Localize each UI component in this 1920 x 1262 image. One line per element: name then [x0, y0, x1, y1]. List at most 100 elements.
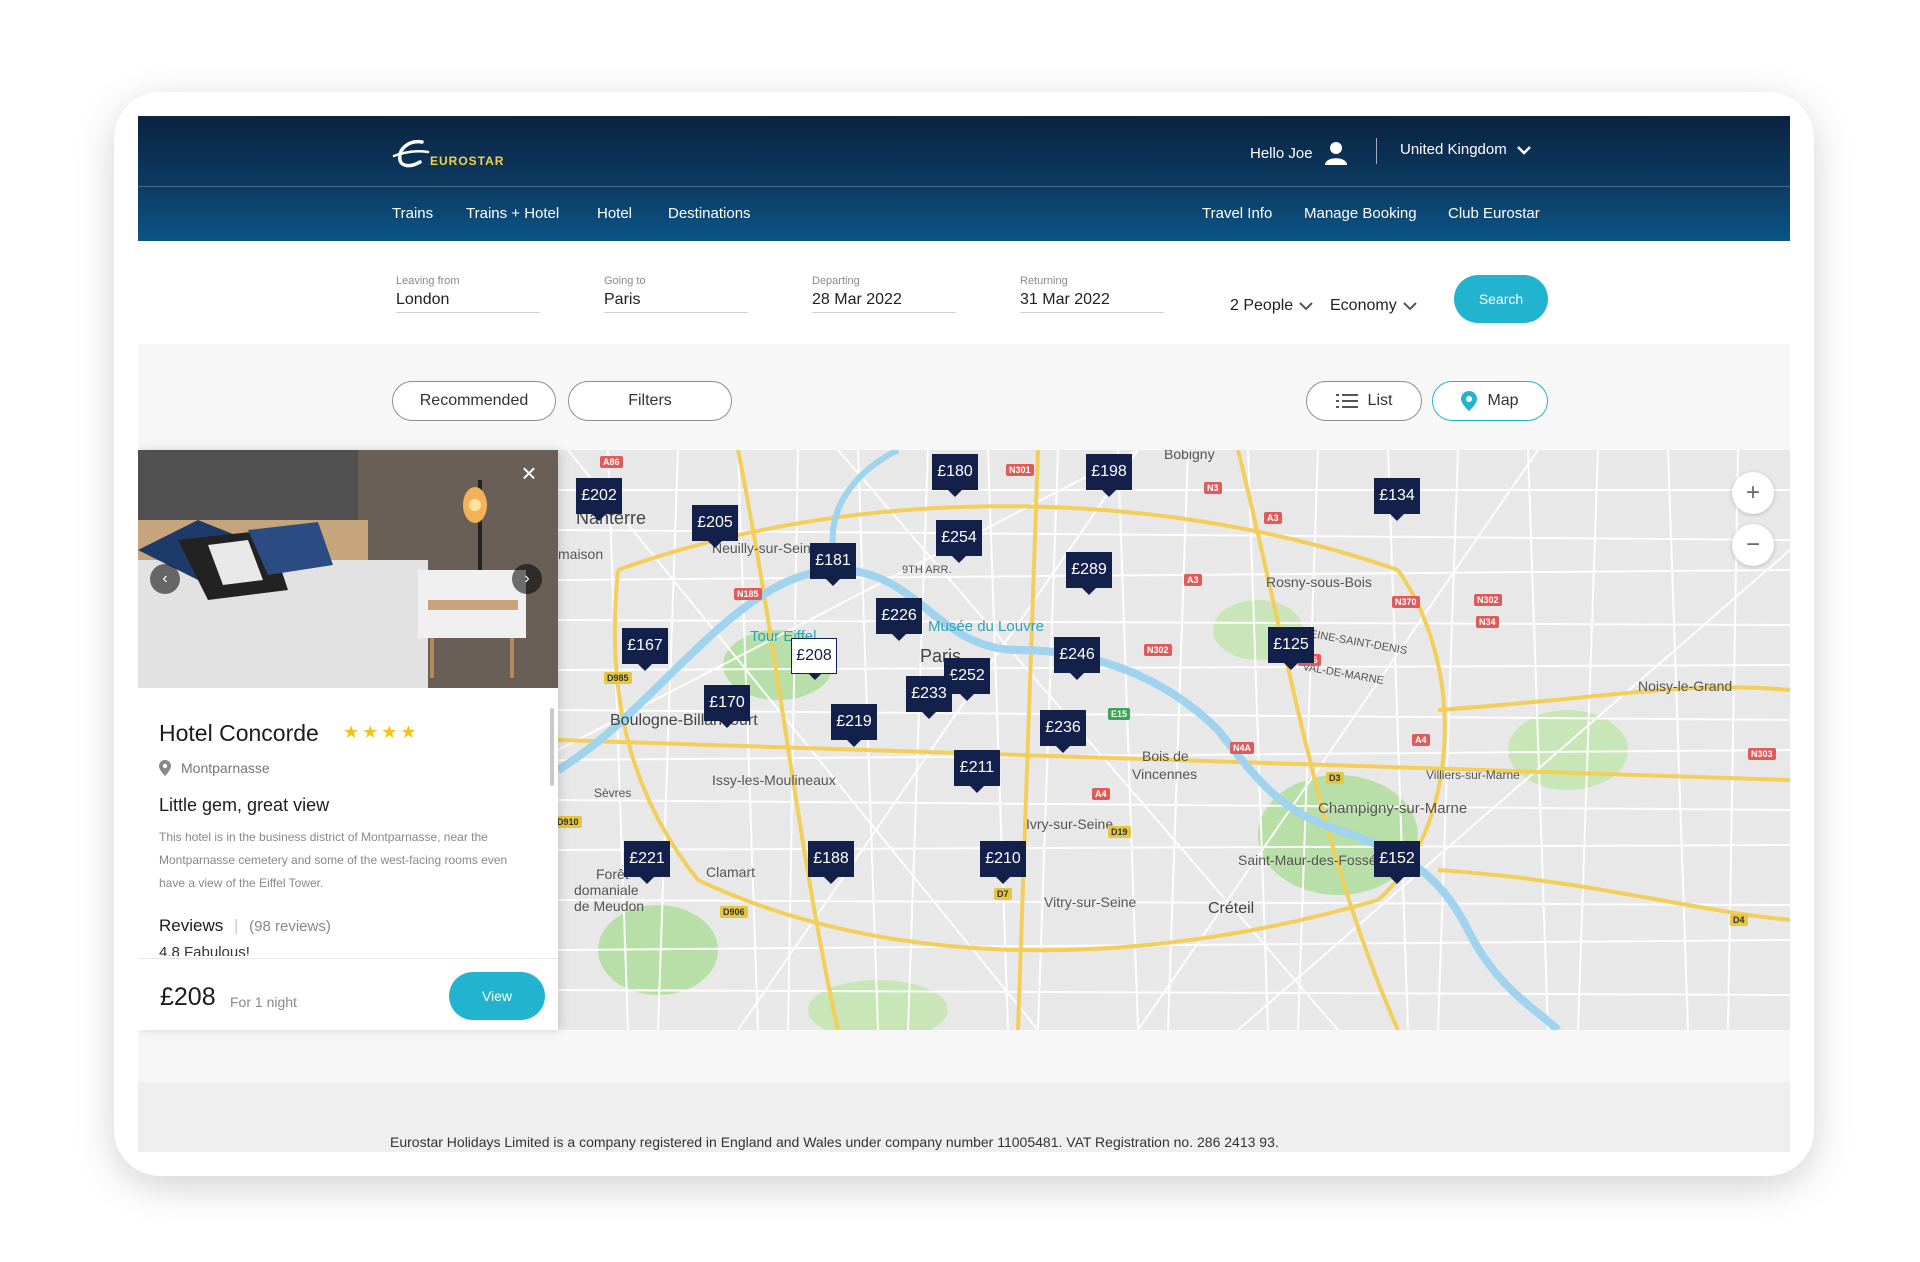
- search-bar: Leaving from London Going to Paris Depar…: [138, 241, 1790, 344]
- user-icon: [1324, 142, 1347, 165]
- place-label: Issy-les-Moulineaux: [712, 772, 836, 788]
- eurostar-logo-icon: [392, 139, 430, 168]
- road-badge: D906: [720, 906, 748, 918]
- map-view-button[interactable]: Map: [1432, 381, 1548, 421]
- star-rating: ★★★★: [343, 722, 420, 742]
- road-badge: D985: [604, 672, 632, 684]
- legal-text: Eurostar Holidays Limited is a company r…: [390, 1134, 1279, 1150]
- nav-club-eurostar[interactable]: Club Eurostar: [1448, 205, 1540, 222]
- list-view-button[interactable]: List: [1306, 381, 1422, 421]
- hotel-photo: × ‹ ›: [138, 450, 558, 688]
- going-to-field[interactable]: Going to Paris: [604, 275, 748, 313]
- card-scrollbar[interactable]: [550, 708, 554, 786]
- road-badge: D19: [1108, 826, 1131, 838]
- zoom-in-button[interactable]: +: [1732, 472, 1774, 514]
- close-icon[interactable]: ×: [516, 460, 542, 486]
- hotel-description: This hotel is in the business district o…: [159, 830, 508, 890]
- nav-manage-booking[interactable]: Manage Booking: [1304, 205, 1417, 222]
- leaving-from-field[interactable]: Leaving from London: [396, 275, 540, 313]
- price-marker[interactable]: £205: [692, 505, 738, 548]
- price-marker[interactable]: £181: [810, 543, 856, 586]
- place-label: Bois de: [1142, 748, 1189, 764]
- country-label: United Kingdom: [1400, 141, 1507, 158]
- class-dropdown[interactable]: Economy: [1330, 297, 1417, 315]
- reviews-label: Reviews: [159, 916, 224, 935]
- country-selector[interactable]: United Kingdom: [1400, 141, 1531, 158]
- price-marker[interactable]: £246: [1054, 637, 1100, 680]
- price-marker[interactable]: £125: [1268, 627, 1314, 670]
- returning-field[interactable]: Returning 31 Mar 2022: [1020, 275, 1164, 313]
- road-badge: N302: [1474, 594, 1502, 606]
- price-marker[interactable]: £289: [1066, 552, 1112, 595]
- road-badge: N303: [1748, 748, 1776, 760]
- price-marker-selected[interactable]: £208: [791, 638, 837, 680]
- bedroom-image: [138, 450, 558, 688]
- price-marker[interactable]: £188: [808, 841, 854, 884]
- chevron-right-icon[interactable]: ›: [512, 564, 542, 594]
- main-nav: Trains Trains + Hotel Hotel Destinations…: [138, 186, 1790, 241]
- chevron-down-icon: [1516, 145, 1531, 155]
- nav-trains-hotel[interactable]: Trains + Hotel: [466, 205, 559, 222]
- leaving-from-value: London: [396, 291, 450, 308]
- price-marker[interactable]: £170: [704, 685, 750, 728]
- price-marker[interactable]: £236: [1040, 710, 1086, 753]
- departing-value: 28 Mar 2022: [812, 291, 902, 308]
- price-marker[interactable]: £198: [1086, 454, 1132, 497]
- price-marker[interactable]: £134: [1374, 478, 1420, 521]
- nav-destinations[interactable]: Destinations: [668, 205, 751, 222]
- filters-button[interactable]: Filters: [568, 381, 732, 421]
- map-pin-icon: [1461, 391, 1478, 411]
- top-bar: EUROSTAR Hello Joe United Kingdom: [138, 116, 1790, 187]
- road-badge: D910: [554, 816, 582, 828]
- price-marker[interactable]: £254: [936, 520, 982, 563]
- site-header: EUROSTAR Hello Joe United Kingdom Trains…: [138, 116, 1790, 241]
- price-marker[interactable]: £221: [624, 841, 670, 884]
- chevron-down-icon: [1402, 302, 1417, 311]
- header-divider: [1376, 138, 1377, 164]
- departing-field[interactable]: Departing 28 Mar 2022: [812, 275, 956, 313]
- price-marker[interactable]: £152: [1374, 841, 1420, 884]
- location-pin-icon: [159, 760, 171, 776]
- zoom-out-button[interactable]: −: [1732, 524, 1774, 566]
- list-icon: [1335, 394, 1358, 408]
- place-label: Noisy-le-Grand: [1638, 678, 1733, 694]
- location-text: Montparnasse: [181, 760, 270, 776]
- chevron-down-icon: [1299, 302, 1313, 311]
- road-badge: A3: [1184, 574, 1202, 586]
- place-label: Ivry-sur-Seine: [1026, 816, 1114, 832]
- place-label: Neuilly-sur-Seine: [712, 540, 819, 556]
- place-label: de Meudon: [574, 898, 645, 914]
- people-value: 2 People: [1230, 297, 1294, 314]
- reviews-count: (98 reviews): [249, 918, 331, 935]
- hotel-card: × ‹ › Hotel Concorde ★★★★ Montparnasse L…: [138, 450, 558, 1030]
- nav-travel-info[interactable]: Travel Info: [1202, 205, 1272, 222]
- price-marker[interactable]: £210: [980, 841, 1026, 884]
- price-marker[interactable]: £180: [932, 454, 978, 497]
- place-label: Champigny-sur-Marne: [1318, 800, 1468, 817]
- eurostar-logo[interactable]: EUROSTAR: [392, 136, 532, 176]
- people-dropdown[interactable]: 2 People: [1230, 297, 1313, 315]
- going-to-value: Paris: [604, 291, 641, 308]
- nav-hotel[interactable]: Hotel: [597, 205, 632, 222]
- hotel-tagline: Little gem, great view: [159, 795, 330, 815]
- account-menu[interactable]: Hello Joe: [1250, 141, 1347, 165]
- search-button[interactable]: Search: [1454, 275, 1548, 323]
- price-marker[interactable]: £219: [831, 704, 877, 747]
- chevron-left-icon[interactable]: ‹: [150, 564, 180, 594]
- view-hotel-button[interactable]: View: [449, 972, 545, 1020]
- nav-trains[interactable]: Trains: [392, 205, 433, 222]
- price-marker[interactable]: £233: [906, 676, 952, 719]
- place-label: Bobigny: [1164, 450, 1215, 462]
- class-value: Economy: [1330, 297, 1397, 314]
- price-marker[interactable]: £167: [622, 628, 668, 671]
- price-marker[interactable]: £226: [876, 598, 922, 641]
- hotel-name: Hotel Concorde: [159, 720, 319, 746]
- list-label: List: [1367, 392, 1393, 409]
- recommended-sort-button[interactable]: Recommended: [392, 381, 556, 421]
- going-to-label: Going to: [604, 275, 646, 287]
- review-score: 4.8 Fabulous!: [159, 944, 250, 956]
- place-label: Vincennes: [1132, 766, 1198, 782]
- card-footer: £208 For 1 night View: [138, 958, 558, 1030]
- price-marker[interactable]: £202: [576, 478, 622, 521]
- price-marker[interactable]: £211: [954, 750, 1000, 793]
